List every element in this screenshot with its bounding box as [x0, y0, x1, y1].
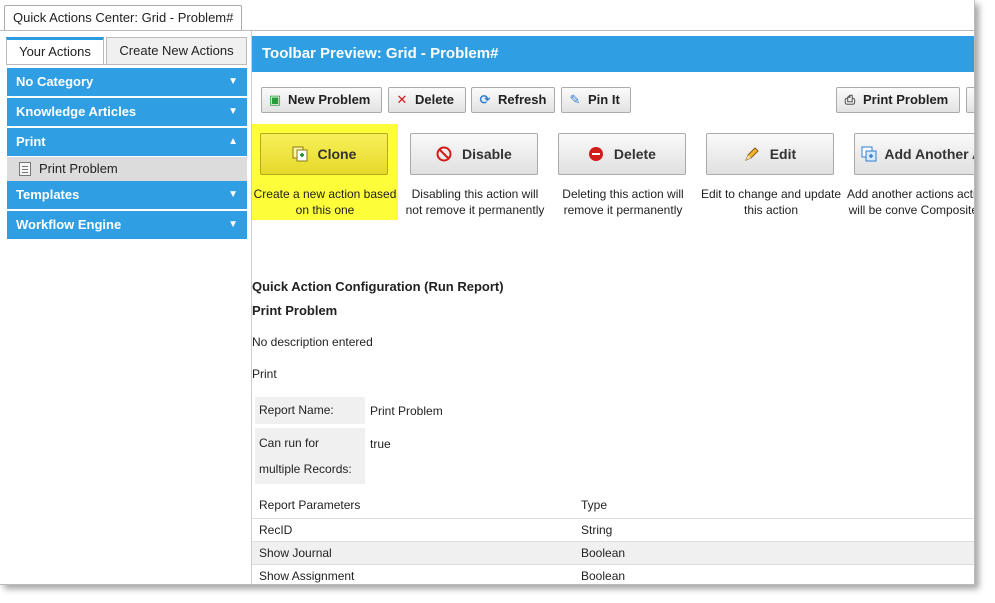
parameter-type: String: [581, 523, 613, 537]
category-label: Print: [16, 134, 46, 149]
action-item-print-problem[interactable]: Print Problem: [7, 157, 247, 181]
multiple-records-label: Can run for multiple Records:: [255, 428, 365, 484]
disable-button[interactable]: Disable: [410, 133, 538, 175]
table-row: Show Journal Boolean: [252, 542, 974, 565]
pin-icon: ✎: [569, 92, 581, 107]
refresh-icon: ⟳: [479, 92, 491, 107]
button-label: Refresh: [498, 92, 547, 107]
quick-actions-window: Quick Actions Center: Grid - Problem# Yo…: [0, 0, 975, 585]
add-composite-icon: [861, 146, 877, 162]
toolbar-preview-header: Toolbar Preview: Grid - Problem#: [252, 36, 974, 72]
action-description: No description entered: [252, 335, 373, 349]
close-icon: ✕: [396, 92, 408, 107]
new-problem-button[interactable]: ▣ New Problem: [261, 87, 382, 113]
button-label: Delete: [613, 146, 656, 162]
parameter-name: Show Assignment: [259, 569, 355, 583]
chevron-up-icon: ▲: [228, 136, 238, 147]
action-item-label: Print Problem: [39, 161, 118, 176]
delete-action-card: Delete Deleting this action will remove …: [550, 124, 696, 220]
parameter-name: Show Journal: [259, 546, 332, 560]
tab-create-new-actions[interactable]: Create New Actions: [106, 37, 247, 65]
subtab-divider: [6, 64, 247, 65]
parameter-name: RecID: [259, 523, 293, 537]
category-label: No Category: [16, 74, 94, 89]
button-label: Print Problem: [863, 92, 949, 107]
report-name-label: Report Name:: [255, 397, 365, 424]
category-templates[interactable]: Templates ▼: [7, 181, 247, 209]
category-knowledge-articles[interactable]: Knowledge Articles ▼: [7, 98, 247, 126]
edit-button[interactable]: Edit: [706, 133, 834, 175]
left-panel: Your Actions Create New Actions No Categ…: [0, 31, 252, 584]
disable-description: Disabling this action will not remove it…: [405, 187, 545, 217]
button-label: Edit: [769, 146, 797, 162]
button-label: New Problem: [288, 92, 371, 107]
clone-description: Create a new action based on this one: [253, 187, 397, 217]
column-header-parameters: Report Parameters: [259, 498, 361, 512]
toolbar-delete-button[interactable]: ✕ Delete: [388, 87, 466, 113]
category-label: Knowledge Articles: [16, 104, 137, 119]
button-label: Add Another A: [884, 146, 975, 162]
table-row: Show Assignment Boolean: [252, 565, 974, 584]
parameter-type: Boolean: [581, 569, 626, 583]
configuration-title: Quick Action Configuration (Run Report): [252, 279, 504, 294]
action-name: Print Problem: [252, 303, 338, 318]
chevron-down-icon: ▼: [228, 189, 238, 200]
clone-icon: [292, 146, 308, 162]
table-row: RecID String: [252, 519, 974, 542]
add-another-action-button[interactable]: Add Another A: [854, 133, 975, 175]
table-header-row: Report Parameters Type: [252, 493, 974, 519]
multiple-records-label-line1: Can run for: [259, 436, 320, 450]
report-parameters-table: Report Parameters Type RecID String Show…: [252, 493, 974, 584]
delete-description: Deleting this action will remove it perm…: [562, 187, 684, 217]
add-another-action-card: Add Another A Add another actions action…: [846, 124, 975, 220]
printer-icon: ⎙: [844, 92, 856, 107]
report-icon: [19, 162, 31, 176]
button-label: Pin It: [588, 92, 620, 107]
button-label: Clone: [317, 146, 357, 162]
edit-description: Edit to change and update this action: [700, 187, 842, 217]
multiple-records-label-line2: multiple Records:: [259, 462, 352, 476]
delete-button[interactable]: Delete: [558, 133, 686, 175]
print-problem-button[interactable]: ⎙ Print Problem: [836, 87, 960, 113]
refresh-button[interactable]: ⟳ Refresh: [471, 87, 555, 113]
category-workflow-engine[interactable]: Workflow Engine ▼: [7, 211, 247, 239]
category-print[interactable]: Print ▲: [7, 128, 247, 156]
add-another-description: Add another actions action will be conve…: [846, 187, 975, 220]
category-label: Templates: [16, 187, 80, 202]
window-tab[interactable]: Quick Actions Center: Grid - Problem#: [4, 5, 243, 31]
chevron-down-icon: ▼: [228, 106, 238, 117]
toolbar-overflow-button[interactable]: [966, 87, 974, 113]
button-label: Disable: [462, 146, 512, 162]
category-label: Workflow Engine: [16, 217, 122, 232]
edit-action-card: Edit Edit to change and update this acti…: [698, 124, 844, 220]
minus-circle-icon: [589, 147, 604, 161]
chevron-down-icon: ▼: [228, 219, 238, 230]
prohibited-icon: [436, 146, 452, 162]
button-label: Delete: [415, 92, 455, 107]
action-category: Print: [252, 367, 277, 381]
column-header-type: Type: [581, 498, 608, 512]
parameter-type: Boolean: [581, 546, 626, 560]
multiple-records-value: true: [370, 437, 391, 451]
category-no-category[interactable]: No Category ▼: [7, 68, 247, 96]
tab-your-actions[interactable]: Your Actions: [6, 37, 104, 65]
clone-action-card: Clone Create a new action based on this …: [252, 124, 398, 220]
report-name-value: Print Problem: [370, 404, 443, 418]
new-record-icon: ▣: [268, 92, 282, 107]
pencil-icon: [744, 147, 759, 161]
pin-it-button[interactable]: ✎ Pin It: [561, 87, 631, 113]
clone-button[interactable]: Clone: [260, 133, 388, 175]
chevron-down-icon: ▼: [228, 76, 238, 87]
disable-action-card: Disable Disabling this action will not r…: [402, 124, 548, 220]
